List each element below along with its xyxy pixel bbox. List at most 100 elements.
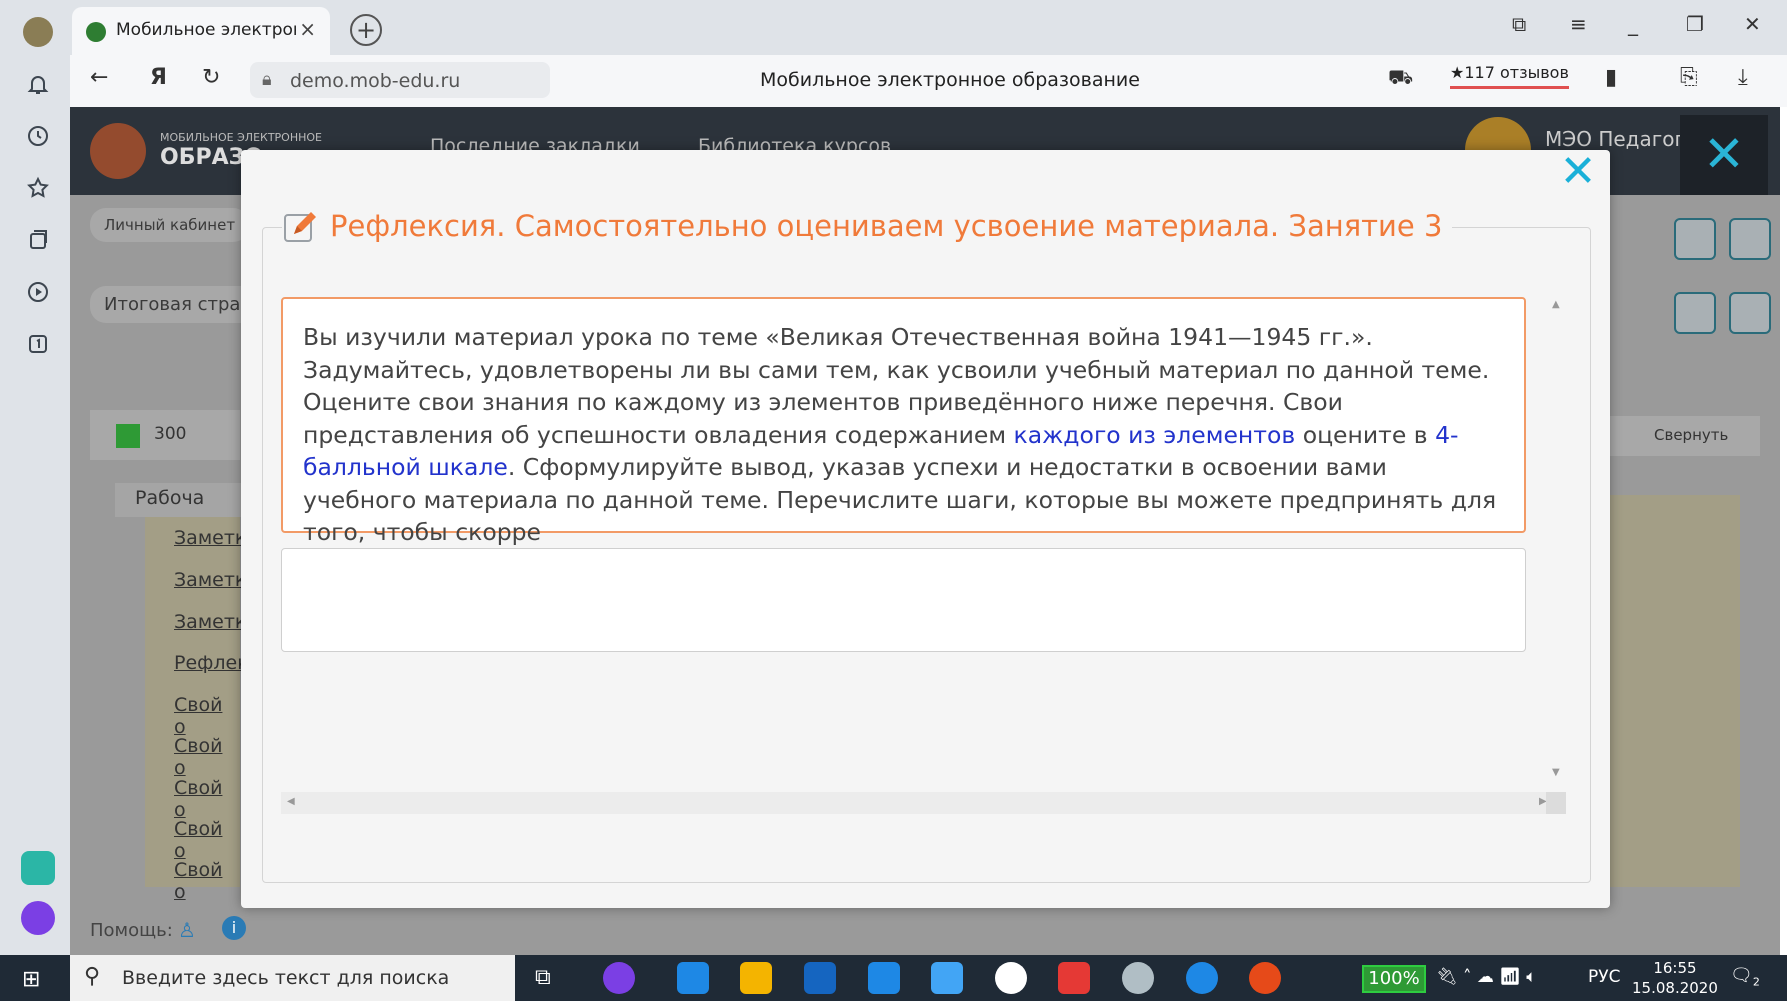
list-item[interactable]: Свой о [174, 735, 240, 779]
notification-count: 2 [1752, 975, 1760, 989]
modal-heading: Рефлексия. Самостоятельно оцениваем усво… [330, 209, 1443, 243]
browser-toolbar: ← Я ↻ 🔒︎ demo.mob-edu.ru Мобильное элект… [70, 55, 1787, 107]
task-view-icon[interactable]: ⧉ [535, 965, 551, 990]
reload-icon[interactable]: ↻ [202, 65, 220, 90]
collapse-button[interactable]: Свернуть [1610, 416, 1760, 456]
battery-indicator[interactable]: 100% [1362, 965, 1426, 993]
translate-icon[interactable]: ⛟ [1388, 65, 1413, 92]
grid-view-icon[interactable] [1729, 218, 1771, 260]
history-clock-icon[interactable] [20, 118, 56, 154]
scroll-down-arrow-icon[interactable]: ▼ [1552, 767, 1560, 778]
tab-title: Мобильное электронное образование [116, 20, 296, 40]
class-row: 300 [90, 410, 240, 460]
tab-close-button[interactable]: × [299, 17, 316, 41]
breadcrumb-cabinet[interactable]: Личный кабинет [90, 208, 250, 242]
list-item[interactable]: Свой о [174, 818, 240, 862]
panel-view-icon[interactable] [1674, 218, 1716, 260]
tray-icons[interactable]: 🔌︎ ˄ ☁︎ 📶︎ 🔈︎ [1436, 967, 1536, 987]
site-logo-icon [90, 123, 146, 179]
new-tab-button[interactable]: + [350, 14, 382, 46]
collapse-label: Свернуть [1654, 426, 1729, 444]
help-bar: Помощь: ♙ i [70, 908, 1780, 955]
edge-app-icon[interactable] [677, 962, 709, 994]
notification-center-icon[interactable]: 🗨︎2 [1730, 965, 1760, 989]
vertical-scrollbar[interactable]: ▲ ▼ [1546, 297, 1566, 787]
browser-side-rail [0, 0, 70, 955]
paint-app-icon[interactable] [1122, 962, 1154, 994]
profile-avatar-icon[interactable] [20, 14, 56, 50]
skype-app-icon[interactable] [1186, 962, 1218, 994]
store-app-icon[interactable] [804, 962, 836, 994]
taskbar-search-placeholder: Введите здесь текст для поиска [122, 967, 450, 989]
alice-assistant-icon[interactable] [20, 900, 56, 936]
search-icon: ⚲ [84, 964, 101, 989]
mail-app-icon[interactable] [931, 962, 963, 994]
list-item[interactable]: Заметк [174, 611, 246, 633]
language-indicator[interactable]: РУС [1588, 967, 1620, 987]
powerpoint-app-icon[interactable] [1249, 962, 1281, 994]
tab-counter-icon[interactable] [20, 326, 56, 362]
bell-icon[interactable] [20, 66, 56, 102]
section-label: Рабоча [135, 487, 205, 509]
play-icon[interactable] [20, 274, 56, 310]
taskbar-search-box[interactable]: ⚲ Введите здесь текст для поиска [70, 955, 515, 1001]
bookmarks-panel-icon[interactable]: ⧉ [1512, 12, 1526, 36]
bookmark-icon[interactable]: ▮ [1605, 65, 1617, 90]
modal-close-icon[interactable]: ✕ [1556, 150, 1600, 194]
list-item[interactable]: Свой о [174, 859, 240, 903]
back-arrow-icon[interactable]: ← [90, 65, 108, 90]
table-view-icon[interactable] [1674, 292, 1716, 334]
scroll-left-arrow-icon[interactable]: ◀ [287, 796, 295, 807]
address-bar[interactable]: 🔒︎ demo.mob-edu.ru [250, 62, 550, 98]
yandex-browser-icon[interactable] [995, 962, 1027, 994]
help-label: Помощь: [90, 920, 173, 941]
clock-date: 15.08.2020 [1632, 979, 1718, 997]
list-item[interactable]: Заметк [174, 569, 246, 591]
alice-app-icon[interactable] [603, 962, 635, 994]
browser-tab[interactable]: Мобильное электронное образование × [72, 7, 330, 55]
yandex-app-icon[interactable] [1058, 962, 1090, 994]
list-item[interactable]: Свой о [174, 694, 240, 738]
question-part-2: оцените в [1295, 420, 1436, 449]
brand-small-text: МОБИЛЬНОЕ ЭЛЕКТРОННОЕ [160, 131, 322, 144]
yandex-logo-icon[interactable]: Я [150, 65, 167, 90]
question-text: Вы изучили материал урока по теме «Велик… [281, 297, 1526, 546]
question-link-elements[interactable]: каждого из элементов [1014, 421, 1296, 449]
info-icon[interactable]: i [222, 916, 246, 940]
restore-button[interactable]: ❐ [1686, 12, 1704, 36]
list-item[interactable]: Свой о [174, 777, 240, 821]
window-close-button[interactable]: ✕ [1744, 12, 1761, 36]
horizontal-scrollbar[interactable]: ◀ ▶ [281, 792, 1566, 814]
reflection-modal: ✕ Рефлексия. Самостоятельно оцениваем ус… [241, 150, 1610, 908]
file-explorer-icon[interactable] [740, 962, 772, 994]
lock-icon: 🔒︎ [262, 69, 272, 90]
answer-input[interactable] [281, 548, 1526, 652]
minimize-button[interactable]: _ [1628, 12, 1638, 36]
collections-icon[interactable] [20, 222, 56, 258]
site-favicon-icon [86, 22, 106, 42]
right-table-panel [1610, 495, 1740, 887]
site-close-icon[interactable]: ✕ [1680, 115, 1768, 195]
chat-icon[interactable] [1729, 292, 1771, 334]
help-person-icon[interactable]: ♙ [178, 918, 196, 942]
clock-time: 16:55 [1653, 959, 1697, 977]
windows-start-icon[interactable]: ⊞ [22, 967, 40, 992]
list-item[interactable]: Рефлек [174, 652, 249, 674]
l-app-icon[interactable] [868, 962, 900, 994]
list-item[interactable]: Заметк [174, 527, 246, 549]
section-header[interactable]: Рабоча [115, 483, 245, 517]
scroll-up-arrow-icon[interactable]: ▲ [1552, 299, 1560, 310]
download-icon[interactable]: ⤓ [1738, 65, 1748, 90]
menu-icon[interactable]: ≡ [1570, 12, 1587, 36]
star-icon[interactable] [20, 170, 56, 206]
taskbar-clock[interactable]: 16:55 15.08.2020 [1632, 958, 1718, 998]
class-color-swatch [116, 424, 140, 448]
edit-pencil-icon [284, 212, 316, 242]
scroll-corner [1546, 792, 1566, 814]
messenger-icon[interactable] [20, 850, 56, 886]
reader-mode-icon[interactable]: ⎘ [1680, 65, 1698, 90]
modal-legend: Рефлексия. Самостоятельно оцениваем усво… [282, 207, 1453, 245]
reviews-badge[interactable]: ★117 отзывов [1450, 63, 1569, 89]
class-label: 300 [154, 424, 187, 444]
list-panel: Заметк Заметк Заметк Рефлек Свой о Свой … [145, 517, 249, 903]
